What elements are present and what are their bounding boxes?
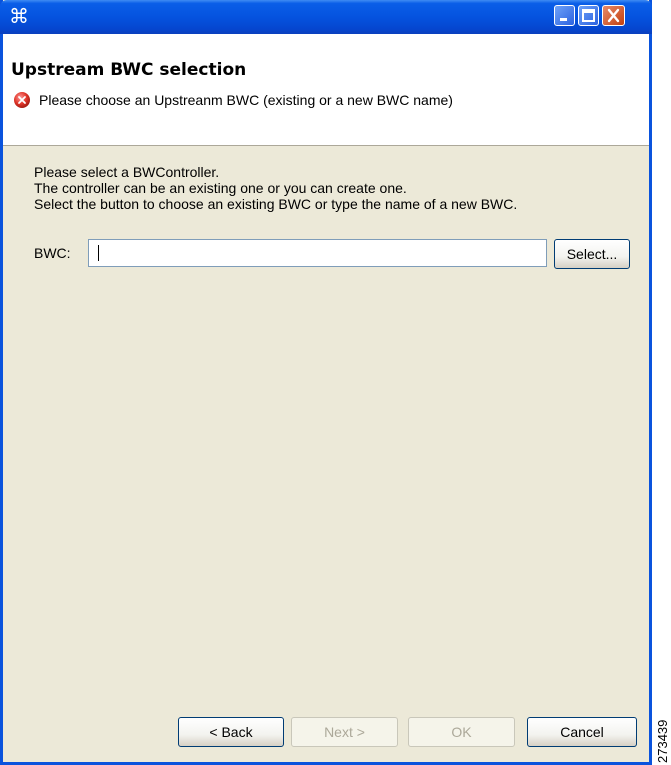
text-cursor [98, 245, 99, 261]
maximize-icon [582, 9, 595, 22]
figure-number-text: 273439 [655, 720, 670, 763]
minimize-icon [560, 18, 567, 21]
error-icon [14, 92, 30, 108]
description-line: The controller can be an existing one or… [34, 180, 407, 196]
maximize-button[interactable] [578, 5, 599, 26]
bwc-label: BWC: [34, 245, 71, 261]
close-icon [607, 8, 620, 23]
error-message: Please choose an Upstreanm BWC (existing… [39, 92, 453, 108]
title-bar[interactable]: ⌘ [0, 0, 652, 34]
cancel-button[interactable]: Cancel [527, 717, 637, 747]
app-icon: ⌘ [9, 4, 29, 28]
page-title: Upstream BWC selection [11, 60, 247, 80]
figure-number: 273439 [655, 720, 670, 763]
next-button[interactable]: Next > [291, 717, 398, 747]
minimize-button[interactable] [554, 5, 575, 26]
description: Please select a BWController. The contro… [34, 164, 634, 212]
back-button[interactable]: < Back [178, 717, 284, 747]
ok-button[interactable]: OK [408, 717, 515, 747]
bwc-input[interactable] [88, 239, 547, 267]
close-button[interactable] [602, 5, 625, 26]
wizard-window: ⌘ Upstream BWC selection Please choose a… [0, 0, 652, 765]
description-line: Please select a BWController. [34, 164, 220, 180]
select-button[interactable]: Select... [554, 239, 630, 269]
wizard-header: Upstream BWC selection Please choose an … [3, 34, 649, 146]
description-line: Select the button to choose an existing … [34, 196, 518, 212]
